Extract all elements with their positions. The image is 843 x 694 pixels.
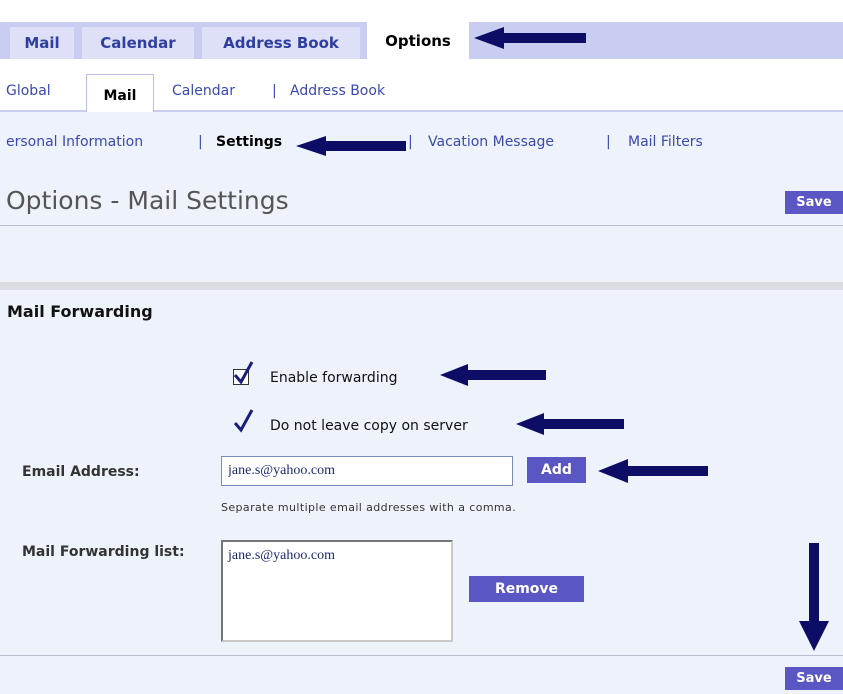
- page-title: Options - Mail Settings: [6, 186, 289, 215]
- checkmark-icon: [233, 361, 254, 385]
- enable-forwarding-checkbox[interactable]: [233, 361, 254, 385]
- arrow-pointer: [516, 413, 624, 435]
- subtab-separator: |: [272, 83, 277, 99]
- nav-separator: |: [408, 134, 413, 150]
- nav-separator: |: [198, 134, 203, 150]
- subtab-global[interactable]: Global: [6, 83, 51, 99]
- nav-personal-information[interactable]: ersonal Information: [6, 134, 143, 150]
- arrow-pointer: [799, 543, 829, 651]
- remove-button[interactable]: Remove: [469, 576, 584, 602]
- arrow-pointer: [440, 364, 546, 386]
- nav-vacation-message[interactable]: Vacation Message: [428, 134, 554, 150]
- section-title: Mail Forwarding: [7, 302, 153, 321]
- add-button[interactable]: Add: [527, 457, 586, 483]
- subtab-address-book[interactable]: Address Book: [290, 83, 385, 99]
- divider: [0, 225, 843, 226]
- divider: [0, 282, 843, 290]
- forwarding-list[interactable]: jane.s@yahoo.com: [221, 540, 453, 642]
- subtab-mail[interactable]: Mail: [86, 74, 154, 112]
- tab-address-book[interactable]: Address Book: [202, 27, 360, 59]
- tab-mail[interactable]: Mail: [10, 27, 74, 59]
- no-copy-checkbox[interactable]: [233, 409, 254, 433]
- nav-settings[interactable]: Settings: [216, 134, 282, 150]
- checkmark-icon: [233, 409, 254, 433]
- help-text: Separate multiple email addresses with a…: [221, 501, 517, 514]
- tab-calendar[interactable]: Calendar: [82, 27, 194, 59]
- tab-options[interactable]: Options: [367, 22, 469, 59]
- list-item[interactable]: jane.s@yahoo.com: [228, 548, 446, 564]
- save-button-top[interactable]: Save: [785, 191, 843, 214]
- arrow-pointer: [296, 136, 406, 156]
- subtab-calendar[interactable]: Calendar: [172, 83, 235, 99]
- email-address-input[interactable]: [221, 456, 513, 486]
- arrow-pointer: [474, 27, 586, 49]
- no-copy-label: Do not leave copy on server: [270, 418, 468, 434]
- nav-separator: |: [606, 134, 611, 150]
- divider: [0, 655, 843, 656]
- email-address-label: Email Address:: [22, 464, 140, 480]
- nav-mail-filters[interactable]: Mail Filters: [628, 134, 703, 150]
- save-button-bottom[interactable]: Save: [785, 667, 843, 690]
- arrow-pointer: [598, 459, 708, 483]
- forwarding-list-label: Mail Forwarding list:: [22, 544, 185, 560]
- enable-forwarding-label: Enable forwarding: [270, 370, 398, 386]
